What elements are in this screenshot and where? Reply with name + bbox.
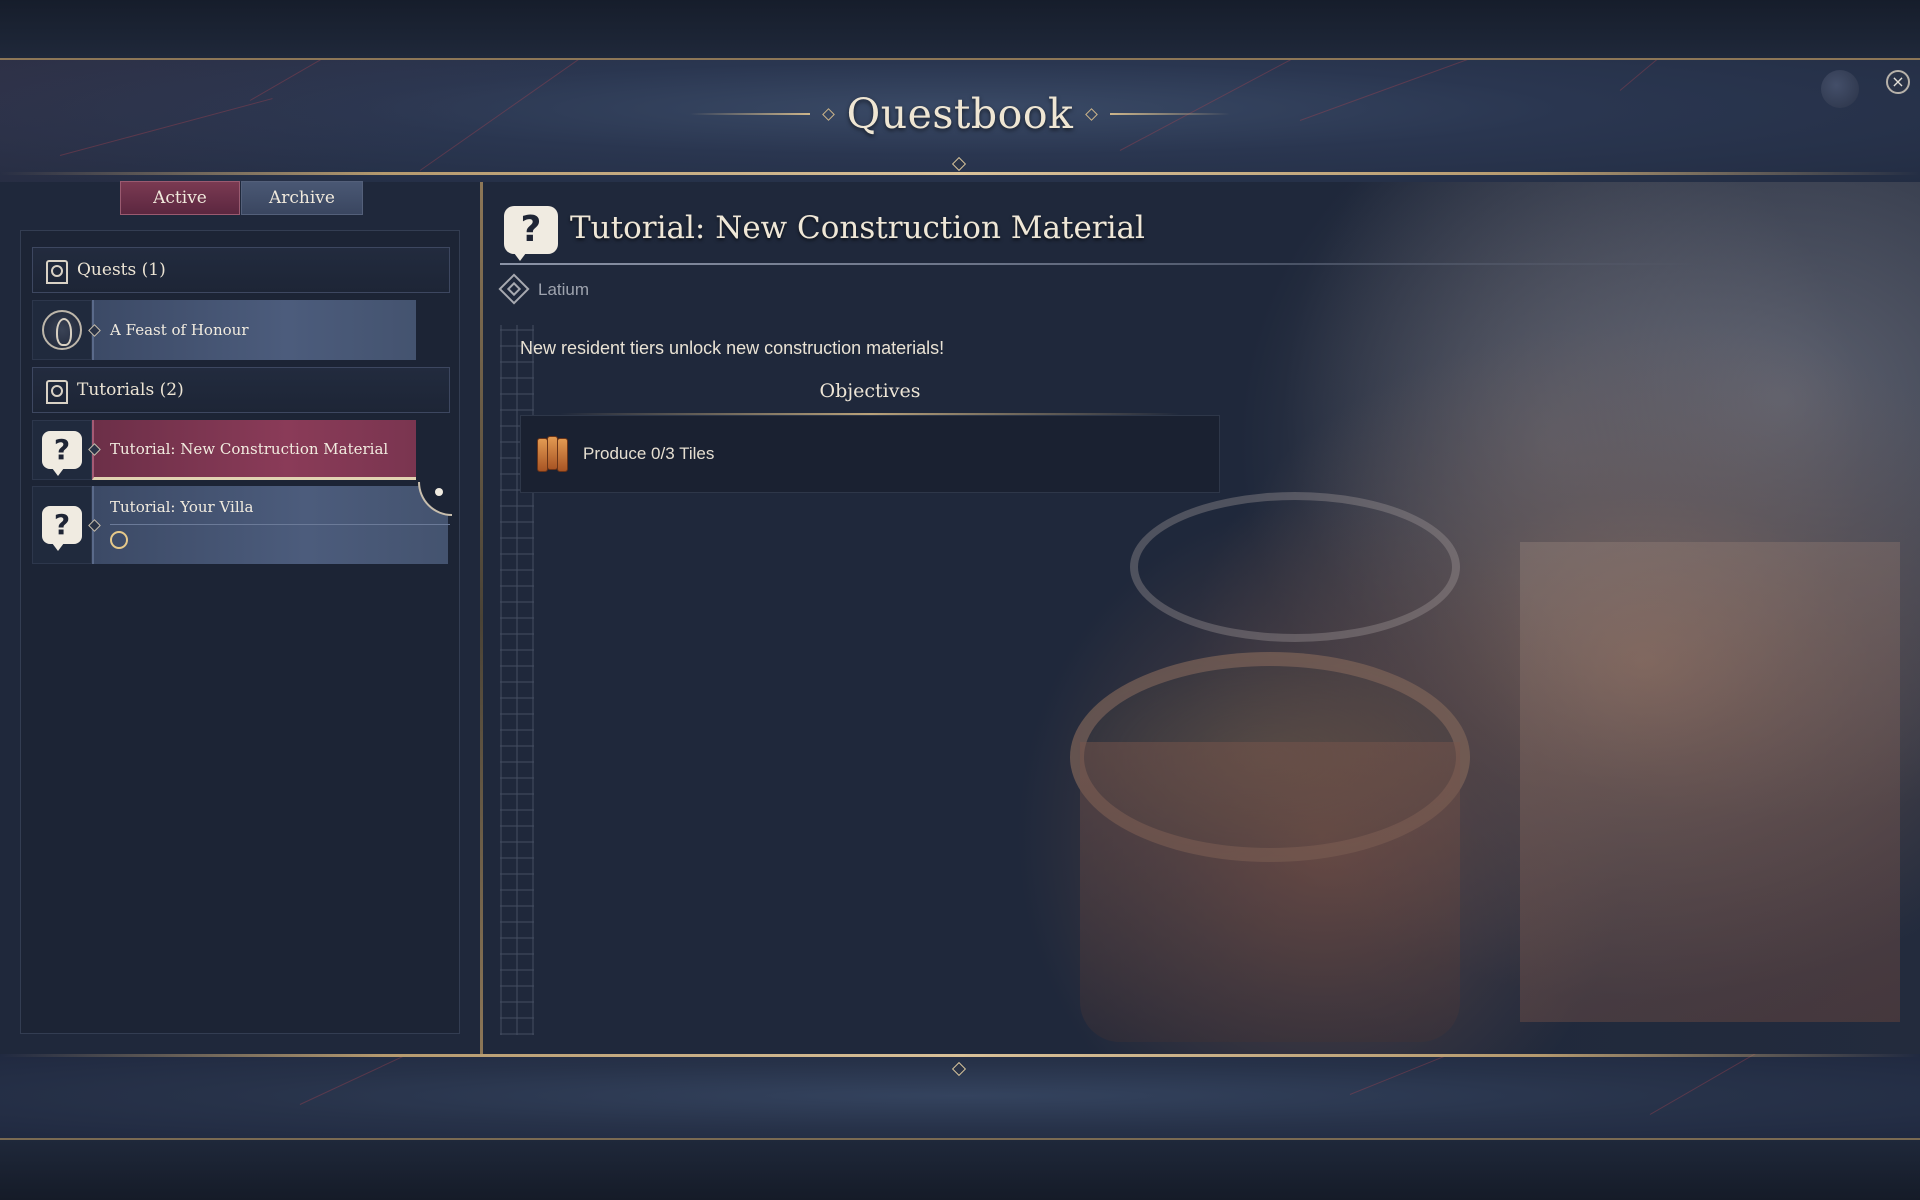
- tutorial-item-label: Tutorial: Your Villa: [110, 498, 254, 516]
- entry-icon-box: ?: [32, 420, 92, 480]
- tab-active[interactable]: Active: [120, 181, 240, 215]
- title-ornament-right: [1110, 113, 1231, 115]
- question-bubble-icon: ?: [42, 506, 82, 551]
- objective-item: Produce 0/3 Tiles: [520, 415, 1220, 493]
- header-diamond-icon: [951, 156, 967, 172]
- entry-icon-box: ?: [32, 486, 92, 564]
- quest-item-label: A Feast of Honour: [110, 321, 249, 339]
- region-label: Latium: [538, 280, 590, 299]
- item-separator: [110, 524, 450, 525]
- question-bubble-icon: ?: [504, 206, 558, 261]
- tutorial-item-new-construction-material[interactable]: ? Tutorial: New Construction Material: [32, 420, 418, 480]
- top-frame: [0, 0, 1920, 58]
- title-diamond-left-icon: [821, 107, 835, 121]
- tutorial-item-your-villa[interactable]: ? Tutorial: Your Villa: [32, 486, 450, 564]
- tutorial-item-bar[interactable]: Tutorial: Your Villa: [92, 486, 450, 564]
- title-underline: [500, 263, 1700, 265]
- header-gold-line: [0, 172, 1920, 175]
- roof-tiles-icon: [537, 436, 569, 472]
- tutorial-category-icon: [43, 378, 68, 404]
- footer-diamond-icon: [951, 1061, 967, 1077]
- quest-item-bar[interactable]: A Feast of Honour: [92, 300, 416, 360]
- objective-text: Produce 0/3 Tiles: [583, 444, 715, 463]
- entry-icon-box: [32, 300, 92, 360]
- quest-category-icon: [43, 258, 68, 284]
- question-bubble-icon: ?: [42, 431, 82, 476]
- rome-colosseum-artwork: [1000, 182, 1920, 1054]
- close-icon[interactable]: ×: [1886, 70, 1910, 94]
- quest-detail-title: Tutorial: New Construction Material: [570, 210, 1145, 246]
- objectives-heading: Objectives: [819, 380, 921, 402]
- category-quests-label: Quests (1): [77, 260, 166, 280]
- resident-download-icon: [110, 531, 128, 549]
- orb-button[interactable]: [1821, 70, 1859, 108]
- quest-item-feast-of-honour[interactable]: A Feast of Honour: [32, 300, 418, 360]
- title-bar: Questbook: [660, 84, 1260, 144]
- detail-icon-wrap: ?: [504, 206, 558, 261]
- tutorial-item-label: Tutorial: New Construction Material: [110, 439, 389, 458]
- portrait-coin-icon: [42, 310, 82, 350]
- title-ornament-left: [689, 113, 810, 115]
- category-quests[interactable]: Quests (1): [32, 247, 450, 293]
- tutorial-item-bar-selected[interactable]: Tutorial: New Construction Material: [92, 420, 416, 480]
- title-diamond-right-icon: [1085, 107, 1099, 121]
- category-tutorials[interactable]: Tutorials (2): [32, 367, 450, 413]
- tab-archive[interactable]: Archive: [241, 181, 363, 215]
- bottom-frame: [0, 1140, 1920, 1200]
- window-title: Questbook: [846, 90, 1074, 138]
- panel-divider: [480, 182, 483, 1054]
- footer-gold-line: [0, 1054, 1920, 1057]
- quest-description: New resident tiers unlock new constructi…: [520, 338, 945, 358]
- category-tutorials-label: Tutorials (2): [77, 380, 184, 400]
